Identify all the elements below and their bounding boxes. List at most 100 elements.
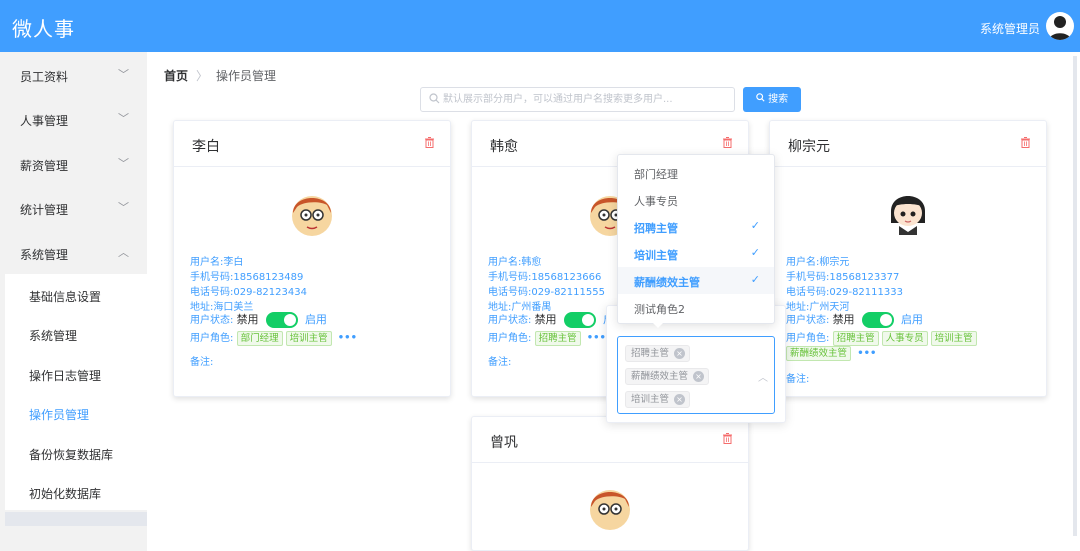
check-icon: ✓ [750,219,760,232]
operator-name: 韩愈 [490,139,518,155]
selected-role-tag: 薪酬绩效主管 × [625,368,710,385]
role-dropdown: 部门经理 人事专员 招聘主管 ✓ 培训主管 ✓ 薪酬绩效主管 ✓ 测试角色2 [617,154,775,324]
breadcrumb-home[interactable]: 首页 [164,69,188,83]
roles-row: 用户角色: 招聘主管 人事专员 培训主管 [786,329,980,346]
chevron-up-icon: ︿ [118,246,129,259]
chevron-up-icon[interactable]: ︿ [758,369,768,384]
roles-row: 用户角色: 部门经理 培训主管 ••• [190,330,357,346]
roles-row: 用户角色: 招聘主管 ••• [488,330,606,346]
avatar [292,196,332,236]
role-option[interactable]: 部门经理 [618,159,774,186]
user-avatar-icon[interactable] [1046,12,1074,40]
submenu-backup-restore[interactable]: 备份恢复数据库 [29,446,113,463]
status-row: 用户状态: 禁用 启用 [786,312,923,328]
submenu-init-db[interactable]: 初始化数据库 [29,485,101,502]
status-toggle[interactable] [265,312,298,328]
remark-label: 备注: [488,357,512,368]
sidebar-menu-statistics[interactable]: 统计管理 ﹀ [0,185,147,229]
current-user-name[interactable]: 系统管理员 [980,20,1040,37]
search-icon [756,93,765,102]
status-row: 用户状态: 禁用 启用 [190,312,327,328]
search-input[interactable] [443,91,728,108]
breadcrumb-separator: 〉 [196,69,209,83]
role-option[interactable]: 人事专员 [618,186,774,213]
operator-info: 用户名:柳宗元 手机号码:18568123377 电话号码:029-821113… [786,255,903,315]
operator-tel: 电话号码:029-82111555 [488,287,605,298]
operator-username: 用户名:李白 [190,257,244,268]
submenu-system-manage[interactable]: 系统管理 [29,327,77,344]
operator-name: 李白 [192,139,220,155]
dropdown-arrow [652,322,664,328]
chevron-down-icon: ﹀ [118,112,129,125]
chevron-down-icon: ﹀ [118,201,129,214]
card-divider [174,166,450,167]
delete-trash-icon[interactable] [723,137,732,148]
close-icon[interactable]: × [674,394,686,405]
close-icon[interactable]: × [674,348,686,359]
more-options-icon[interactable]: ••• [857,348,876,359]
role-option[interactable]: 招聘主管 ✓ [618,213,774,240]
operator-card: 曾巩 [471,416,749,551]
search-button-label: 搜索 [768,94,789,105]
role-option[interactable]: 培训主管 ✓ [618,240,774,267]
remark-label: 备注: [190,357,214,368]
operator-info: 用户名:李白 手机号码:18568123489 电话号码:029-8212343… [190,255,307,315]
delete-trash-icon[interactable] [425,137,434,148]
breadcrumb-current: 操作员管理 [216,69,277,83]
close-icon[interactable]: × [693,371,705,382]
role-tag: 培训主管 [285,330,332,346]
check-icon: ✓ [750,246,760,259]
delete-trash-icon[interactable] [1021,137,1030,148]
sidebar-menu-salary[interactable]: 薪资管理 ﹀ [0,141,147,185]
delete-trash-icon[interactable] [723,433,732,444]
role-tag: 人事专员 [881,330,928,346]
operator-tel: 电话号码:029-82123434 [190,287,307,298]
avatar [891,196,925,235]
chevron-down-icon: ﹀ [118,68,129,81]
remark-label: 备注: [786,374,810,385]
sidebar-scroll-edge [5,512,147,526]
operator-phone: 手机号码:18568123489 [190,272,304,283]
submenu-basic-info[interactable]: 基础信息设置 [29,288,101,305]
top-header: 微人事 系统管理员 [0,0,1080,52]
role-tag: 培训主管 [930,330,977,346]
more-options-icon[interactable]: ••• [338,333,357,344]
operator-username: 用户名:韩愈 [488,257,542,268]
role-tag: 薪酬绩效主管 [786,346,852,361]
selected-role-tag: 招聘主管 × [625,345,691,362]
submenu-operator-manage[interactable]: 操作员管理 [29,406,89,423]
page-scrollbar[interactable] [1073,56,1077,536]
status-toggle[interactable] [861,312,894,328]
operator-info: 用户名:韩愈 手机号码:18568123666 电话号码:029-8211155… [488,255,605,315]
card-divider [770,166,1046,167]
role-multi-select[interactable]: 招聘主管 × 薪酬绩效主管 × 培训主管 × ︿ [617,336,775,414]
role-option[interactable]: 薪酬绩效主管 ✓ [618,267,774,294]
search-box [420,87,735,112]
status-toggle[interactable] [563,312,596,328]
breadcrumb: 首页〉操作员管理 [164,67,276,84]
operator-card: 柳宗元 用户名:柳宗元 手机号码:18568123377 电话号码:029-82… [769,120,1047,397]
operator-username: 用户名:柳宗元 [786,257,850,268]
operator-name: 曾巩 [490,435,518,451]
app-logo: 微人事 [12,17,75,41]
more-options-icon[interactable]: ••• [587,333,606,344]
sidebar-menu-personnel[interactable]: 人事管理 ﹀ [0,96,147,140]
role-tag: 招聘主管 [832,330,879,346]
role-tag: 招聘主管 [534,330,581,346]
submenu-operation-log[interactable]: 操作日志管理 [29,367,101,384]
role-option[interactable]: 测试角色2 [618,294,774,321]
sidebar-menu-system[interactable]: 系统管理 ︿ [0,230,147,274]
card-divider [472,462,748,463]
role-tag: 部门经理 [236,330,283,346]
operator-phone: 手机号码:18568123666 [488,272,602,283]
operator-tel: 电话号码:029-82111333 [786,287,903,298]
operator-phone: 手机号码:18568123377 [786,272,900,283]
search-icon [429,93,440,107]
chevron-down-icon: ﹀ [118,157,129,170]
check-icon: ✓ [750,273,760,286]
status-row: 用户状态: 禁用 启用 [488,311,625,328]
roles-row-continued: 薪酬绩效主管 ••• [786,346,876,361]
search-button[interactable]: 搜索 [743,87,801,112]
system-submenu: 基础信息设置 系统管理 操作日志管理 操作员管理 备份恢复数据库 初始化数据库 [5,274,147,510]
sidebar-menu-employee[interactable]: 员工资料 ﹀ [0,52,147,96]
